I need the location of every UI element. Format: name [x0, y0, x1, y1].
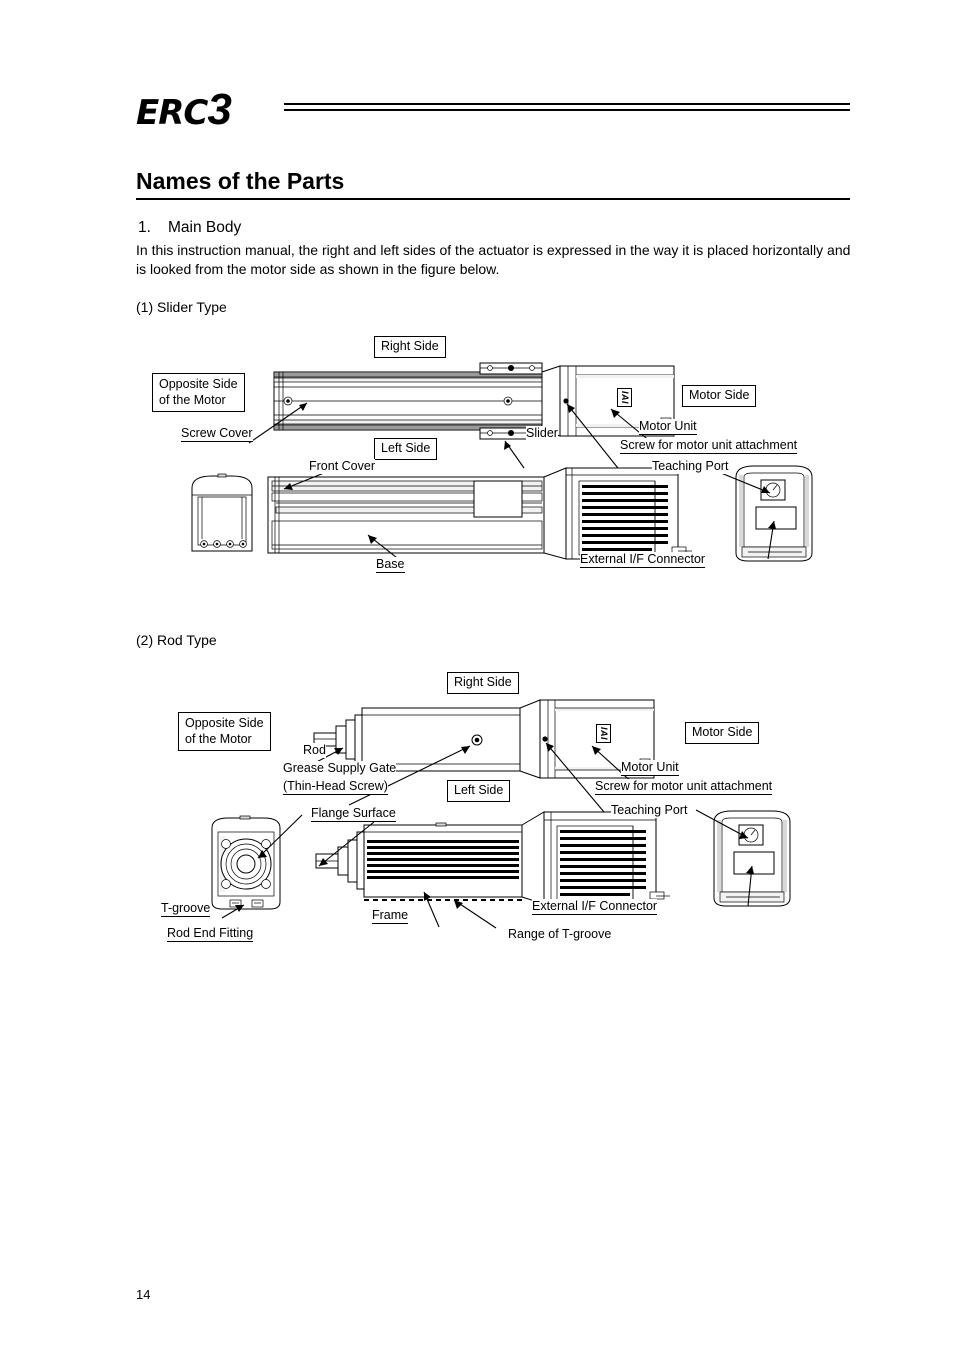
iai-logo-badge-rod: IAI: [596, 723, 612, 744]
slider-top-view: [273, 362, 675, 440]
label-left-side: Left Side: [374, 438, 438, 460]
label-teaching-port: Teaching Port: [652, 459, 729, 474]
label-grease-supply-gate-line2: (Thin-Head Screw): [283, 779, 388, 795]
label-external-if-connector: External I/F Connector: [580, 552, 706, 568]
page-number: 14: [136, 1287, 151, 1302]
opposite-side-line-2: of the Motor: [159, 393, 226, 407]
label-screw-cover: Screw Cover: [181, 426, 253, 442]
label-motor-unit: Motor Unit: [639, 419, 697, 435]
label-rod-end-fitting: Rod End Fitting: [167, 926, 254, 942]
opposite-side-line-1: Opposite Side: [159, 377, 238, 391]
label-grease-supply-gate-line1: Grease Supply Gate: [283, 761, 397, 776]
label-range-of-t-groove: Range of T-groove: [508, 927, 612, 942]
label-motor-side: Motor Side: [682, 385, 757, 407]
section-paragraph: In this instruction manual, the right an…: [136, 242, 851, 277]
figure-2-caption: (2) Rod Type: [136, 632, 217, 648]
section-title: Main Body: [168, 219, 242, 236]
slider-side-view: [191, 465, 813, 562]
logo-numeral: 3: [207, 85, 232, 134]
screw-mark: [283, 396, 293, 406]
page-title: Names of the Parts: [136, 168, 345, 194]
slider-end-view-left: [191, 473, 253, 552]
section-heading: 1. Main Body: [138, 219, 241, 237]
iai-logo-badge: IAI: [617, 387, 633, 408]
label-external-if-connector-rod: External I/F Connector: [532, 899, 658, 915]
figure-1-caption: (1) Slider Type: [136, 299, 227, 315]
figure-slider-type: Right Side Left Side Opposite Side of th…: [136, 325, 850, 590]
screw-mark: [503, 396, 513, 406]
rod-side-view: [211, 810, 791, 910]
label-teaching-port-rod: Teaching Port: [611, 803, 688, 818]
header-double-rule: [284, 103, 850, 113]
label-motor-unit-rod: Motor Unit: [621, 760, 679, 776]
label-flange-surface: Flange Surface: [311, 806, 396, 822]
label-screw-for-motor-unit-attachment: Screw for motor unit attachment: [620, 438, 798, 454]
grease-supply-gate-screw: [471, 734, 483, 746]
page-header: ERC3: [136, 88, 850, 136]
label-frame: Frame: [372, 908, 409, 924]
figure-rod-type: Right Side Left Side Opposite Side of th…: [136, 660, 850, 955]
slider-plate-top: [479, 362, 543, 375]
label-screw-for-motor-unit-attachment-rod: Screw for motor unit attachment: [595, 779, 773, 795]
label-front-cover: Front Cover: [309, 459, 375, 474]
motor-end-view-right: [735, 465, 813, 562]
opposite-side-line-2-rod: of the Motor: [185, 732, 252, 746]
label-opposite-side-of-motor: Opposite Side of the Motor: [152, 373, 245, 412]
section-number: 1.: [138, 219, 151, 236]
rod-type-drawing: [211, 699, 791, 929]
rod-end-view: [211, 815, 281, 910]
erc3-logo: ERC3: [136, 88, 276, 134]
label-motor-side-rod: Motor Side: [685, 722, 760, 744]
label-rod: Rod: [303, 743, 326, 758]
label-right-side: Right Side: [374, 336, 446, 358]
label-base: Base: [376, 557, 405, 573]
slider-type-drawing: [191, 362, 813, 562]
label-t-groove: T-groove: [161, 901, 211, 917]
label-opposite-side-of-motor-rod: Opposite Side of the Motor: [178, 712, 271, 751]
opposite-side-line-1-rod: Opposite Side: [185, 716, 264, 730]
logo-text: ERC: [136, 93, 208, 133]
label-left-side-rod: Left Side: [447, 780, 511, 802]
label-slider: Slider: [526, 426, 558, 441]
label-right-side-rod: Right Side: [447, 672, 519, 694]
title-underline-rule: [136, 198, 850, 200]
